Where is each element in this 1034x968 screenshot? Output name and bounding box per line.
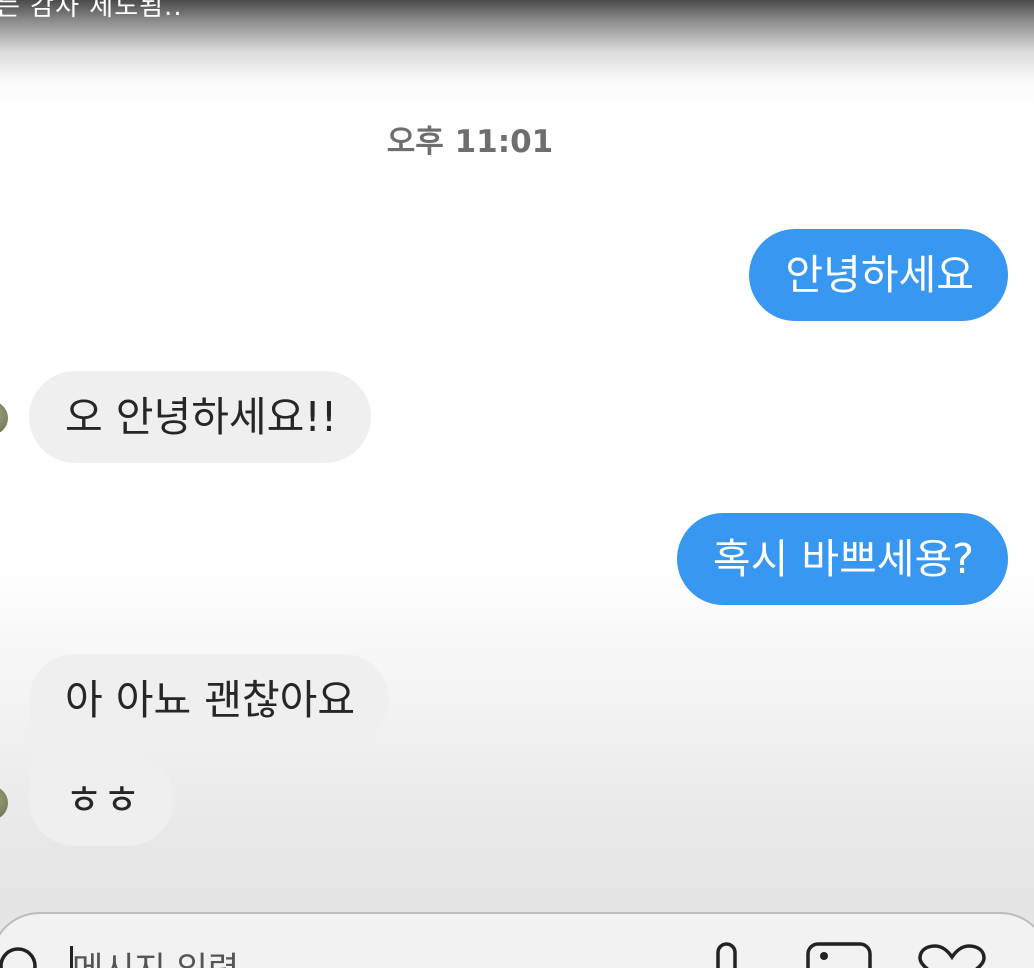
microphone-icon[interactable] [710,940,744,968]
sender-avatar[interactable] [0,786,8,820]
incoming-message-bubble[interactable]: 아 아뇨 괜찮아요 [29,654,390,746]
sender-avatar[interactable] [0,401,8,435]
outgoing-message-bubble[interactable]: 혹시 바쁘세용? [676,513,1008,605]
video-caption: 는 감사 제도됨.. [0,0,183,22]
outgoing-message-bubble[interactable]: 안녕하세요 [749,229,1008,321]
heart-icon[interactable] [914,940,990,968]
message-input[interactable]: 메시지 입력... [72,942,272,968]
incoming-message-bubble[interactable]: 오 안녕하세요!! [29,371,372,463]
emoji-icon[interactable] [0,936,48,968]
incoming-message-bubble[interactable]: ㅎㅎ [29,754,175,846]
message-timestamp: 오후 11:01 [386,124,554,160]
image-icon[interactable] [804,940,874,968]
